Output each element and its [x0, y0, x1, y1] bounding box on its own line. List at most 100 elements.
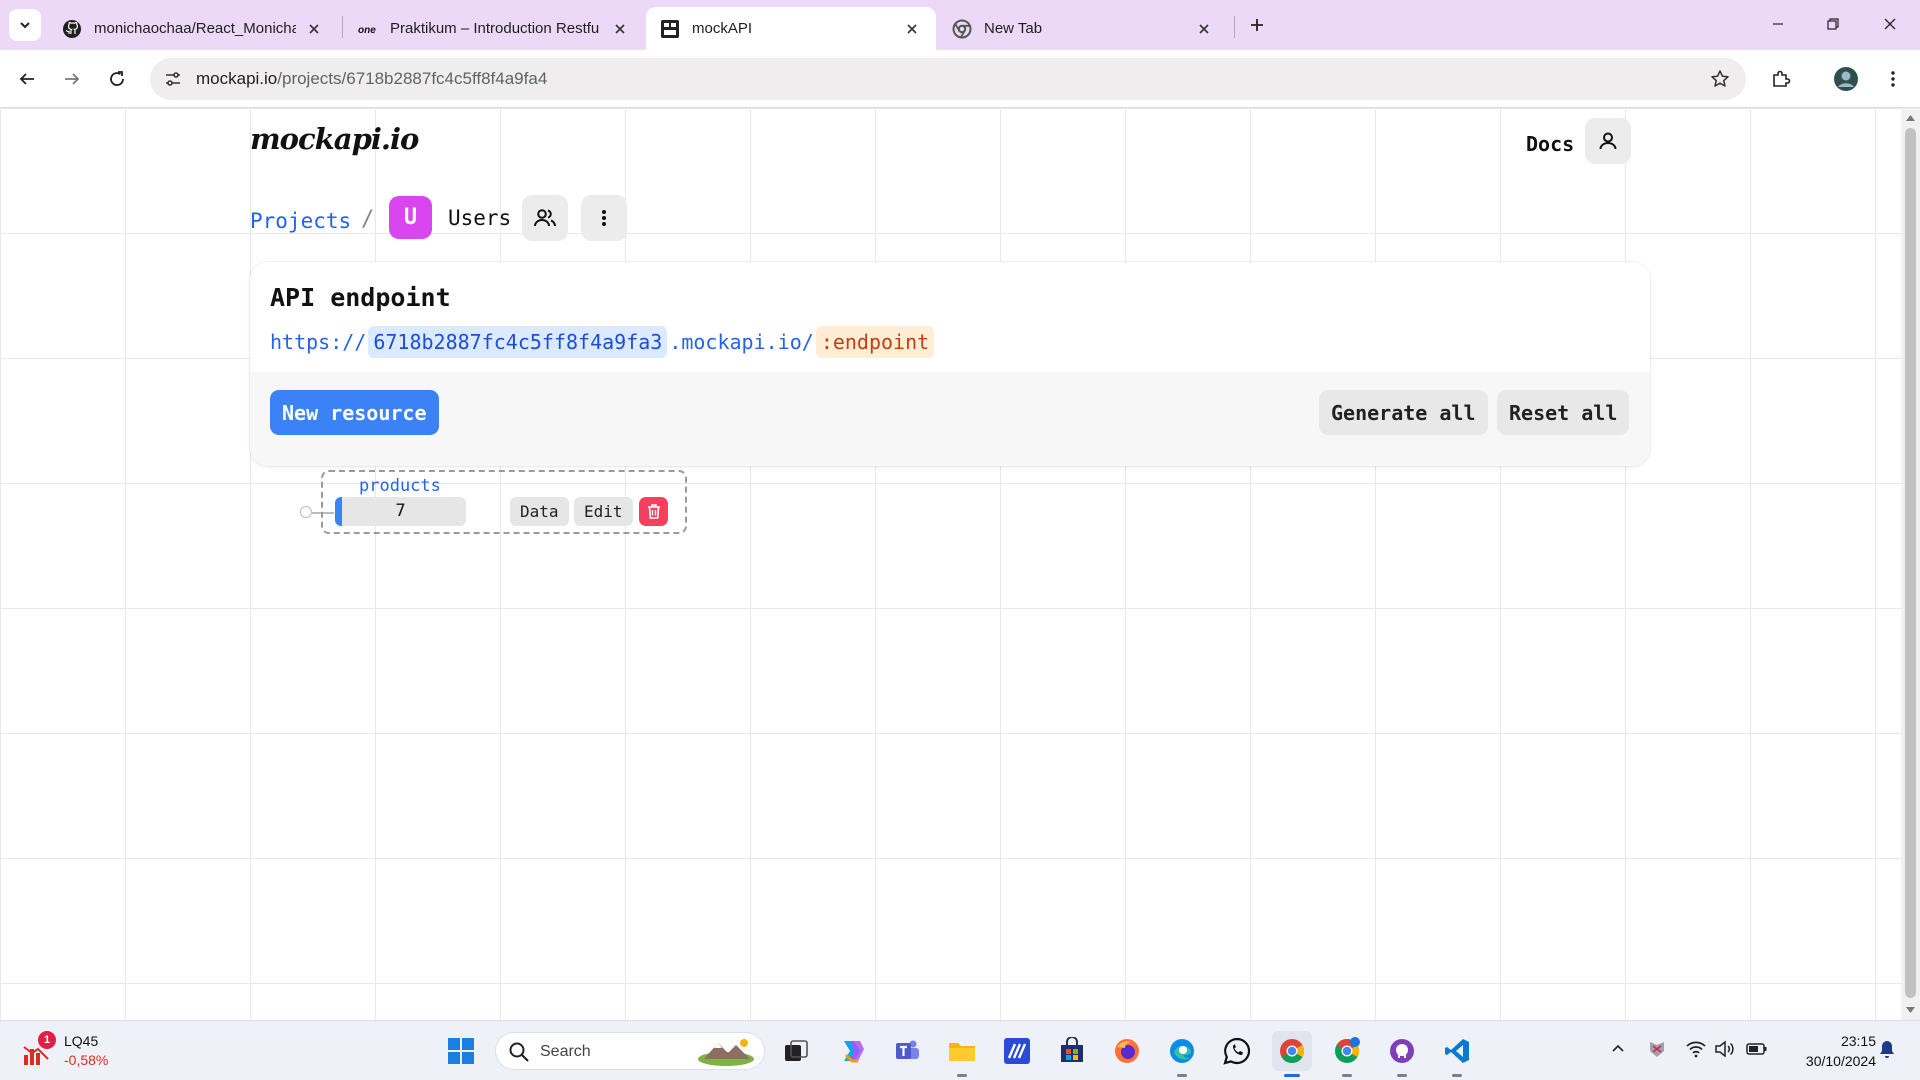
extensions-button[interactable] [1764, 62, 1798, 96]
battery-icon [1746, 1043, 1767, 1055]
clock-time: 23:15 [1840, 1033, 1876, 1049]
start-button[interactable] [441, 1031, 481, 1071]
browser-toolbar: mockapi.io/projects/6718b2887fc4c5ff8f4a… [0, 50, 1920, 108]
project-members-button[interactable] [522, 195, 568, 241]
app-button[interactable] [997, 1031, 1037, 1071]
profile-avatar[interactable] [1829, 62, 1863, 96]
mockapi-logo[interactable]: mockapi.io [250, 122, 419, 156]
endpoint-placeholder: :endpoint [815, 326, 935, 358]
generate-all-button[interactable]: Generate all [1319, 390, 1488, 435]
puzzle-icon [1773, 70, 1791, 87]
github-desktop-button[interactable] [1382, 1031, 1422, 1077]
folder-icon [949, 1043, 975, 1061]
chrome-taskbar-button[interactable] [1272, 1031, 1312, 1077]
close-icon[interactable] [902, 19, 922, 39]
restore-button[interactable] [1811, 8, 1855, 40]
teams-icon [896, 1040, 919, 1059]
stock-name: LQ45 [64, 1033, 99, 1049]
reload-icon [110, 71, 124, 86]
github-desktop-icon [1390, 1039, 1414, 1063]
firefox-button[interactable] [1107, 1031, 1147, 1071]
vscode-button[interactable] [1437, 1031, 1477, 1077]
whatsapp-button[interactable] [1217, 1031, 1257, 1071]
new-resource-button[interactable]: New resource [270, 390, 439, 435]
close-window-button[interactable] [1868, 8, 1912, 40]
chevron-up-icon [1612, 1044, 1624, 1052]
bookmark-star-icon[interactable] [1708, 67, 1732, 91]
store-icon [1061, 1037, 1083, 1062]
resource-connector-handle[interactable] [300, 506, 312, 518]
endpoint-project-id: 6718b2887fc4c5ff8f4a9fa3 [368, 326, 668, 358]
show-hidden-icons-button[interactable] [1606, 1037, 1630, 1061]
task-view-button[interactable] [776, 1031, 816, 1071]
stock-widget[interactable]: 1 LQ45 -0,58% [22, 1031, 132, 1071]
battery-tray-icon[interactable] [1745, 1037, 1769, 1061]
breadcrumb-projects-link[interactable]: Projects [250, 209, 351, 233]
close-icon[interactable] [610, 19, 630, 39]
copilot-button[interactable] [832, 1031, 872, 1071]
edge-icon [1170, 1039, 1194, 1063]
tab-github[interactable]: monichaochaa/React_Monicha- [48, 7, 338, 50]
scroll-up-arrow[interactable] [1905, 112, 1916, 124]
notifications-button[interactable] [1875, 1037, 1899, 1061]
clock-date: 30/10/2024 [1805, 1053, 1876, 1069]
teams-button[interactable] [887, 1031, 927, 1071]
new-tab-button[interactable] [1242, 10, 1272, 40]
speaker-icon [1715, 1040, 1734, 1058]
resource-data-button[interactable]: Data [510, 497, 569, 526]
defender-tray-icon[interactable] [1645, 1037, 1669, 1061]
running-indicator [1177, 1074, 1187, 1077]
mathway-icon [1004, 1038, 1030, 1064]
chrome-icon [952, 19, 972, 39]
microsoft-store-button[interactable] [1052, 1031, 1092, 1071]
chevron-down-icon [20, 22, 30, 29]
search-icon [509, 1042, 529, 1062]
scrollbar-thumb[interactable] [1905, 128, 1916, 998]
api-endpoint-url[interactable]: https://6718b2887fc4c5ff8f4a9fa3 .mockapi… [270, 326, 935, 358]
tab-title: New Tab [984, 20, 1043, 37]
minimize-button[interactable] [1756, 8, 1800, 40]
account-button[interactable] [1585, 118, 1631, 164]
more-vertical-icon [1891, 71, 1895, 87]
running-indicator [1397, 1074, 1407, 1077]
chrome-profile-button[interactable] [1327, 1031, 1367, 1077]
close-icon[interactable] [1194, 19, 1214, 39]
project-options-button[interactable] [581, 195, 627, 241]
browser-menu-button[interactable] [1876, 62, 1910, 96]
reload-button[interactable] [100, 62, 134, 96]
taskbar-clock[interactable]: 23:15 30/10/2024 [1784, 1031, 1876, 1071]
edge-button[interactable] [1162, 1031, 1202, 1077]
breadcrumb-separator: / [361, 207, 375, 232]
forward-button[interactable] [55, 62, 89, 96]
url-path: /projects/6718b2887fc4c5ff8f4a9fa4 [277, 69, 548, 88]
url-domain: mockapi.io [196, 69, 278, 88]
tab-mockapi[interactable]: mockAPI [646, 7, 936, 50]
page-scrollbar[interactable] [1901, 108, 1920, 1020]
trash-icon [647, 504, 660, 519]
close-icon[interactable] [304, 19, 324, 39]
arrow-left-icon [19, 73, 34, 85]
address-bar[interactable]: mockapi.io/projects/6718b2887fc4c5ff8f4a… [150, 58, 1746, 100]
resource-name[interactable]: products [359, 476, 441, 496]
docs-link[interactable]: Docs [1526, 132, 1574, 156]
minimize-icon [1773, 23, 1783, 25]
resource-count-slider[interactable]: 7 [335, 497, 466, 526]
reset-all-button[interactable]: Reset all [1497, 390, 1630, 435]
back-button[interactable] [10, 62, 44, 96]
whatsapp-icon [1223, 1037, 1251, 1065]
site-info-icon[interactable] [160, 66, 186, 92]
tab-praktikum[interactable]: one Praktikum – Introduction Restfu [344, 7, 644, 50]
tab-new-tab[interactable]: New Tab [938, 7, 1228, 50]
running-indicator [1452, 1074, 1462, 1077]
resource-delete-button[interactable] [639, 497, 668, 526]
file-explorer-button[interactable] [942, 1031, 982, 1077]
tab-search-button[interactable] [9, 9, 41, 41]
taskbar-search[interactable]: Search [495, 1032, 765, 1070]
more-vertical-icon [602, 210, 606, 226]
resource-edit-button[interactable]: Edit [574, 497, 633, 526]
volume-tray-icon[interactable] [1713, 1037, 1737, 1061]
wifi-tray-icon[interactable] [1684, 1037, 1708, 1061]
scroll-down-arrow[interactable] [1905, 1004, 1916, 1016]
browser-tab-bar: monichaochaa/React_Monicha- one Praktiku… [0, 0, 1920, 50]
endpoint-domain: .mockapi.io/ [669, 330, 814, 354]
